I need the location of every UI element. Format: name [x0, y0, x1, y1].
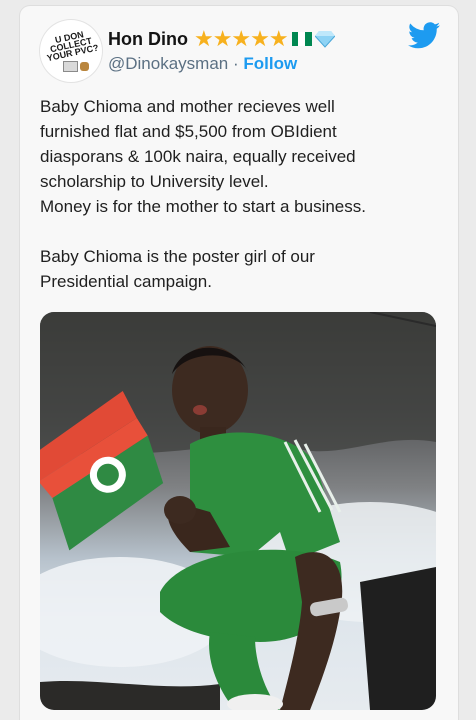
gem-icon — [314, 31, 335, 48]
star-rating-icons: ★★★★★ — [193, 26, 289, 51]
handle-separator: · — [232, 54, 239, 73]
author-name[interactable]: Hon Dino — [108, 29, 188, 50]
avatar-slogan: U DON COLLECT YOUR PVC? — [45, 29, 100, 64]
tweet-card: U DON COLLECT YOUR PVC? Hon Dino ★★★★★ @… — [20, 6, 458, 720]
dark-structure — [360, 567, 436, 710]
photo-scene — [40, 312, 436, 710]
voter-card-icon — [63, 61, 78, 72]
tweet-photo[interactable] — [40, 312, 436, 710]
author-handle-row: @Dinokaysman · Follow — [108, 54, 297, 74]
twitter-bird-icon[interactable] — [408, 22, 440, 49]
author-name-row: Hon Dino ★★★★★ — [108, 26, 335, 52]
profile-avatar[interactable]: U DON COLLECT YOUR PVC? — [40, 20, 102, 82]
hand-icon — [80, 62, 89, 71]
nigeria-flag-icon — [291, 32, 312, 46]
child-mouth — [193, 405, 207, 415]
ground-crowd — [40, 680, 220, 710]
author-handle[interactable]: @Dinokaysman — [108, 54, 228, 73]
follow-button[interactable]: Follow — [243, 54, 297, 73]
child-hand — [164, 496, 196, 524]
tweet-paragraph: Baby Chioma and mother recieves well fur… — [40, 97, 366, 216]
tweet-body: Baby Chioma and mother recieves well fur… — [40, 94, 440, 294]
tweet-paragraph: Baby Chioma is the poster girl of our Pr… — [40, 247, 315, 291]
